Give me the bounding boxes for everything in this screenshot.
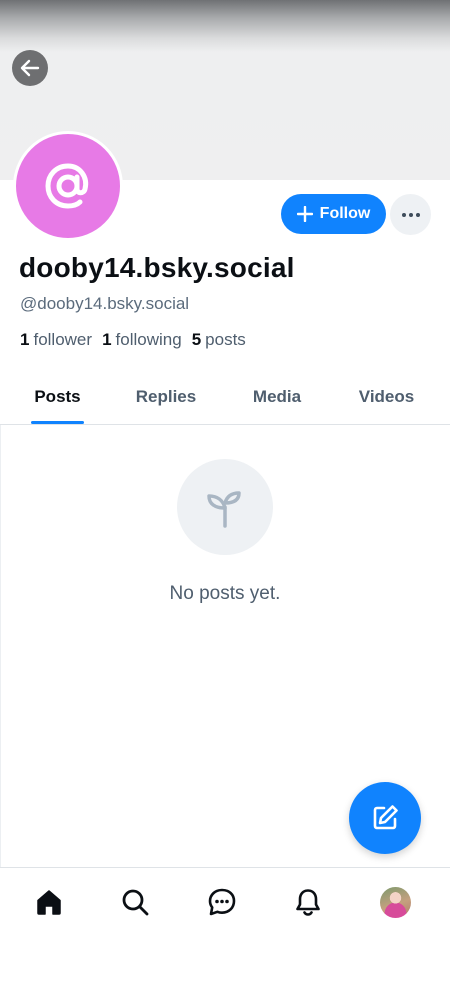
ellipsis-icon	[401, 212, 420, 217]
home-icon	[37, 890, 61, 915]
feed-divider	[0, 425, 1, 940]
profile-stats: 1 follower 1 following 5 posts	[20, 330, 246, 350]
followers-stat[interactable]: 1 follower	[20, 330, 92, 350]
tab-posts[interactable]: Posts	[31, 370, 84, 424]
following-label: following	[115, 330, 182, 349]
tab-media-label: Media	[252, 387, 302, 406]
tab-replies[interactable]: Replies	[128, 370, 204, 424]
nav-home[interactable]	[31, 884, 67, 920]
posts-count: 5	[191, 330, 202, 349]
page-bottom-area	[0, 940, 450, 1000]
sprout-icon	[207, 491, 241, 528]
empty-feed-message: No posts yet.	[169, 583, 281, 604]
followers-label: follower	[33, 330, 93, 349]
nav-search[interactable]	[117, 884, 153, 920]
tab-media[interactable]: Media	[244, 370, 310, 424]
nav-chat[interactable]	[204, 884, 240, 920]
search-icon	[122, 889, 149, 916]
follow-label: Follow	[319, 205, 371, 222]
bell-icon	[296, 889, 320, 916]
tab-videos[interactable]: Videos	[350, 370, 423, 424]
arrow-left-icon	[20, 59, 40, 77]
compose-post-button[interactable]	[349, 782, 421, 854]
bottom-navigation	[0, 867, 450, 940]
nav-profile[interactable]	[377, 884, 413, 920]
active-tab-indicator	[31, 421, 84, 424]
plus-icon	[296, 206, 313, 222]
posts-stat: 5 posts	[192, 330, 246, 350]
tab-posts-label: Posts	[34, 387, 81, 406]
more-options-button[interactable]	[390, 194, 431, 235]
chat-icon	[208, 888, 236, 916]
following-stat[interactable]: 1 following	[102, 330, 182, 350]
profile-avatar[interactable]	[13, 131, 123, 241]
tab-replies-label: Replies	[135, 387, 197, 406]
profile-handle: @dooby14.bsky.social	[20, 294, 190, 313]
posts-label: posts	[205, 330, 246, 349]
follow-button[interactable]: Follow	[281, 194, 386, 234]
empty-state-badge	[177, 459, 273, 555]
compose-icon	[373, 805, 398, 830]
nav-notifications[interactable]	[290, 884, 326, 920]
following-count: 1	[102, 330, 112, 349]
user-avatar	[379, 886, 411, 918]
display-name: dooby14.bsky.social	[19, 252, 295, 283]
tab-videos-label: Videos	[358, 387, 415, 406]
profile-tabs: Posts Replies Media Videos	[0, 370, 450, 425]
back-button[interactable]	[12, 50, 48, 86]
at-sign-icon	[45, 163, 89, 209]
followers-count: 1	[20, 330, 30, 349]
